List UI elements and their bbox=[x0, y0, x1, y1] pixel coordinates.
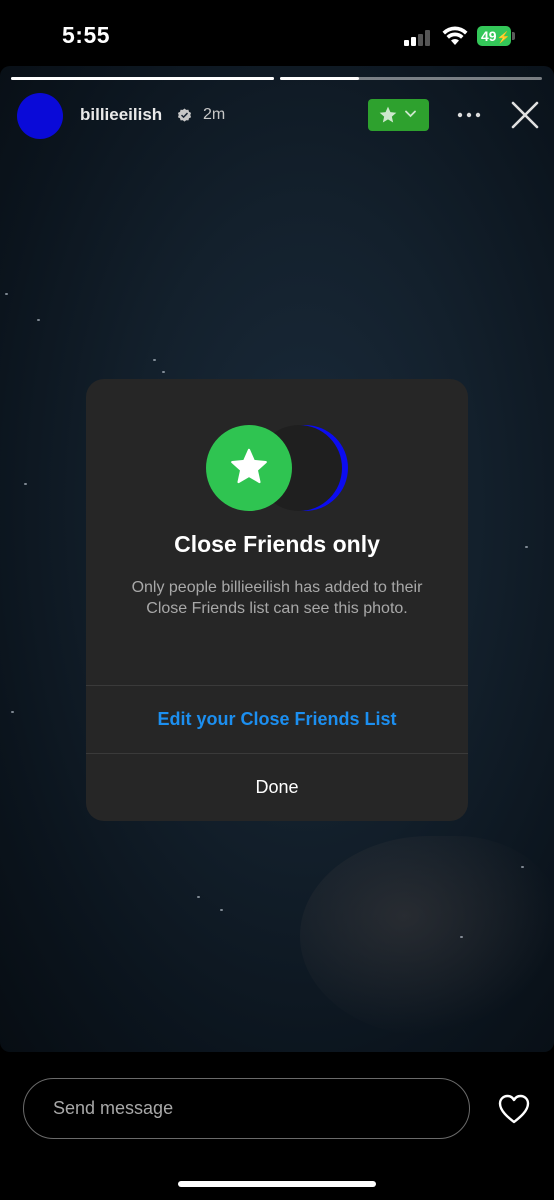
battery-indicator: 49⚡ bbox=[477, 26, 511, 46]
chevron-down-icon bbox=[405, 110, 416, 118]
wifi-icon bbox=[442, 26, 468, 45]
close-friends-badge[interactable] bbox=[368, 99, 429, 131]
more-icon[interactable] bbox=[456, 106, 482, 124]
avatar[interactable] bbox=[17, 93, 63, 139]
story-progress-1 bbox=[11, 77, 274, 80]
close-icon[interactable] bbox=[510, 100, 540, 130]
close-friends-dialog: Close Friends only Only people billieeil… bbox=[86, 379, 468, 821]
close-friends-star-icon bbox=[206, 425, 292, 511]
status-time: 5:55 bbox=[62, 22, 111, 48]
progress-fill bbox=[280, 77, 359, 80]
edit-close-friends-button[interactable]: Edit your Close Friends List bbox=[86, 709, 468, 730]
username[interactable]: billieeilish bbox=[80, 105, 162, 125]
divider bbox=[86, 685, 468, 686]
send-message-input[interactable] bbox=[23, 1078, 470, 1139]
star-icon bbox=[231, 448, 267, 484]
done-button[interactable]: Done bbox=[86, 777, 468, 798]
status-bar: 5:55 49⚡ bbox=[0, 0, 554, 66]
cellular-signal-icon bbox=[404, 30, 434, 46]
dialog-title: Close Friends only bbox=[174, 531, 380, 557]
verified-icon bbox=[177, 108, 192, 122]
story-progress-2 bbox=[280, 77, 542, 80]
screen: 5:55 49⚡ billieeilish 2m Close Friends o… bbox=[0, 0, 554, 1200]
battery-cap bbox=[512, 32, 515, 40]
post-time: 2m bbox=[203, 106, 226, 123]
star-icon bbox=[379, 106, 397, 123]
home-indicator bbox=[178, 1181, 376, 1187]
battery-level: 49 bbox=[481, 28, 497, 44]
story-photo-hand bbox=[300, 836, 554, 1036]
heart-icon[interactable] bbox=[497, 1093, 531, 1125]
progress-fill bbox=[11, 77, 274, 80]
dialog-description: Only people billieeilish has added to th… bbox=[131, 579, 423, 617]
divider bbox=[86, 753, 468, 754]
